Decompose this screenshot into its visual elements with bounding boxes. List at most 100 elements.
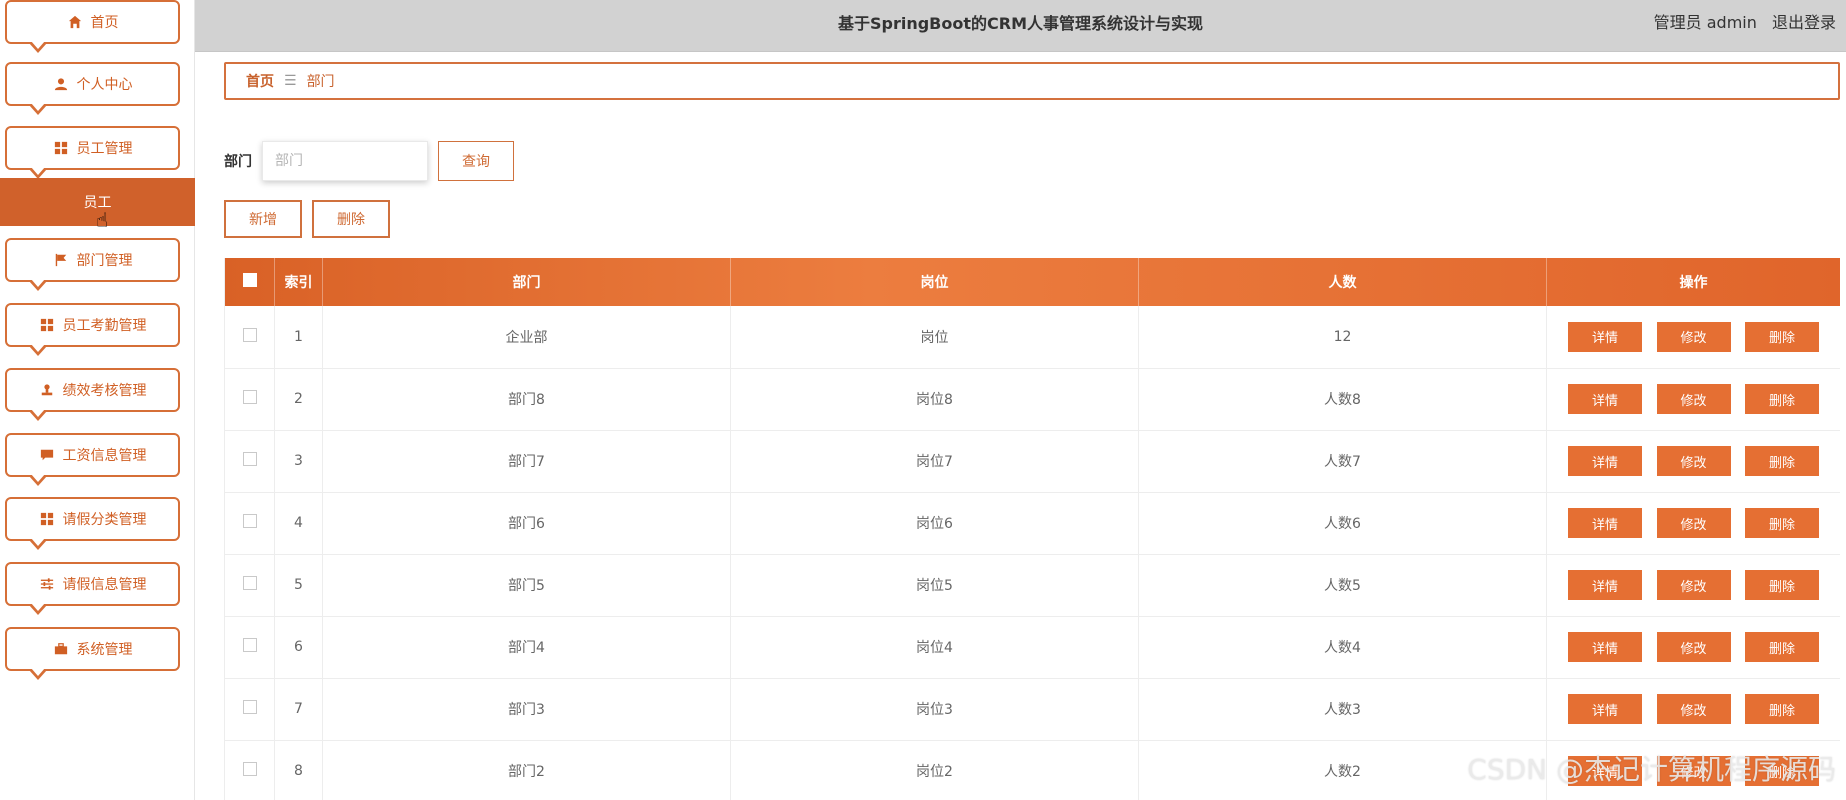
column-header: 索引 [274, 258, 323, 306]
cell-index: 2 [274, 368, 323, 430]
delete-button[interactable]: 删除 [1744, 508, 1819, 538]
delete-button[interactable]: 删除 [1744, 384, 1819, 414]
sidebar-item-attendance[interactable]: 员工考勤管理 [5, 303, 180, 356]
detail-button[interactable]: 详情 [1568, 632, 1643, 662]
cell-post: 岗位 [730, 306, 1139, 368]
user-area: 管理员 admin 退出登录 [1654, 0, 1846, 48]
cell-post: 岗位3 [730, 678, 1139, 740]
cell-ops: 详情 修改 删除 [1546, 678, 1840, 740]
table-header-row: 索引 部门 岗位 人数 操作 [224, 258, 1840, 306]
cell-index: 4 [274, 492, 323, 554]
row-checkbox[interactable] [242, 638, 257, 652]
user-icon [53, 76, 69, 92]
cell-count: 人数3 [1138, 678, 1547, 740]
row-checkbox[interactable] [242, 514, 257, 528]
row-checkbox[interactable] [242, 452, 257, 466]
detail-button[interactable]: 详情 [1568, 384, 1643, 414]
cell-dept: 部门8 [322, 368, 731, 430]
sidebar-item-leave-info[interactable]: 请假信息管理 [5, 562, 180, 615]
cell-post: 岗位4 [730, 616, 1139, 678]
row-select-cell[interactable] [224, 616, 275, 678]
search-button[interactable]: 查询 [438, 141, 514, 181]
row-select-cell[interactable] [224, 554, 275, 616]
sidebar-item-profile[interactable]: 个人中心 [5, 62, 180, 115]
cell-index: 1 [274, 306, 323, 368]
search-input[interactable] [262, 141, 428, 181]
row-select-cell[interactable] [224, 368, 275, 430]
delete-button[interactable]: 删除 [1744, 694, 1819, 724]
cell-count: 人数6 [1138, 492, 1547, 554]
edit-button[interactable]: 修改 [1656, 694, 1731, 724]
top-bar: 基于SpringBoot的CRM人事管理系统设计与实现 管理员 admin 退出… [195, 0, 1846, 52]
row-checkbox[interactable] [242, 700, 257, 714]
edit-button[interactable]: 修改 [1656, 632, 1731, 662]
select-all-header[interactable] [224, 258, 275, 306]
cell-ops: 详情 修改 删除 [1546, 306, 1840, 368]
detail-button[interactable]: 详情 [1568, 508, 1643, 538]
edit-button[interactable]: 修改 [1656, 384, 1731, 414]
sidebar-item-dept-mgmt[interactable]: 部门管理 [5, 238, 180, 291]
edit-button[interactable]: 修改 [1656, 321, 1731, 352]
detail-button[interactable]: 详情 [1568, 694, 1643, 724]
app-root: 首页 个人中心 员工管理 员工 ☝ 部门管理 员工考勤管理 绩效考核管理 工资信… [0, 0, 1846, 800]
sidebar-item-label: 请假分类管理 [62, 512, 147, 528]
cell-count: 人数8 [1138, 368, 1547, 430]
edit-button[interactable]: 修改 [1656, 446, 1731, 476]
select-all-checkbox[interactable] [242, 273, 257, 287]
table-row: 7 部门3 岗位3 人数3 详情 修改 删除 [224, 678, 1840, 740]
row-checkbox[interactable] [242, 762, 257, 776]
watermark: CSDN @杰记计算机程序源码 [1467, 753, 1836, 786]
action-bar: 新增 删除 [224, 200, 390, 238]
cell-count: 人数5 [1138, 554, 1547, 616]
delete-button[interactable]: 删除 [1744, 321, 1819, 352]
row-select-cell[interactable] [224, 678, 275, 740]
sidebar-item-performance[interactable]: 绩效考核管理 [5, 368, 180, 421]
data-table: 索引 部门 岗位 人数 操作 1 企业部 岗位 12 详情 修改 删除 2 部门… [224, 258, 1840, 800]
sidebar-item-salary[interactable]: 工资信息管理 [5, 433, 180, 486]
logout-link[interactable]: 退出登录 [1772, 13, 1836, 32]
add-button[interactable]: 新增 [224, 200, 302, 238]
sidebar-item-leave-category[interactable]: 请假分类管理 [5, 497, 180, 550]
cell-dept: 部门4 [322, 616, 731, 678]
column-header: 操作 [1546, 258, 1840, 306]
table-row: 1 企业部 岗位 12 详情 修改 删除 [224, 306, 1840, 368]
cell-index: 7 [274, 678, 323, 740]
row-select-cell[interactable] [224, 306, 275, 368]
detail-button[interactable]: 详情 [1568, 570, 1643, 600]
cell-post: 岗位8 [730, 368, 1139, 430]
row-checkbox[interactable] [242, 390, 257, 404]
sidebar-item-system[interactable]: 系统管理 [5, 627, 180, 680]
column-header: 人数 [1138, 258, 1547, 306]
delete-button[interactable]: 删除 [1744, 570, 1819, 600]
sidebar: 首页 个人中心 员工管理 员工 ☝ 部门管理 员工考勤管理 绩效考核管理 工资信… [0, 0, 195, 800]
cell-dept: 部门5 [322, 554, 731, 616]
cell-dept: 部门3 [322, 678, 731, 740]
row-select-cell[interactable] [224, 740, 275, 800]
detail-button[interactable]: 详情 [1568, 446, 1643, 476]
row-checkbox[interactable] [242, 576, 257, 590]
row-checkbox[interactable] [242, 327, 257, 342]
breadcrumb-home-link[interactable]: 首页 [246, 71, 274, 91]
batch-delete-button[interactable]: 删除 [312, 200, 390, 238]
cell-count: 12 [1138, 306, 1547, 368]
edit-button[interactable]: 修改 [1656, 508, 1731, 538]
user-label: 管理员 admin [1653, 13, 1757, 32]
cell-post: 岗位7 [730, 430, 1139, 492]
delete-button[interactable]: 删除 [1744, 632, 1819, 662]
table-row: 2 部门8 岗位8 人数8 详情 修改 删除 [224, 368, 1840, 430]
sidebar-item-employee-mgmt[interactable]: 员工管理 [5, 126, 180, 179]
sidebar-item-home[interactable]: 首页 [5, 0, 180, 53]
delete-button[interactable]: 删除 [1744, 446, 1819, 476]
table-body: 1 企业部 岗位 12 详情 修改 删除 2 部门8 岗位8 人数8 详情 修改… [224, 306, 1840, 800]
table-row: 3 部门7 岗位7 人数7 详情 修改 删除 [224, 430, 1840, 492]
table-row: 6 部门4 岗位4 人数4 详情 修改 删除 [224, 616, 1840, 678]
cell-dept: 部门6 [322, 492, 731, 554]
cell-index: 3 [274, 430, 323, 492]
row-select-cell[interactable] [224, 430, 275, 492]
column-header: 岗位 [730, 258, 1139, 306]
table-row: 4 部门6 岗位6 人数6 详情 修改 删除 [224, 492, 1840, 554]
edit-button[interactable]: 修改 [1656, 570, 1731, 600]
detail-button[interactable]: 详情 [1568, 321, 1643, 352]
grid-icon [39, 511, 55, 527]
row-select-cell[interactable] [224, 492, 275, 554]
